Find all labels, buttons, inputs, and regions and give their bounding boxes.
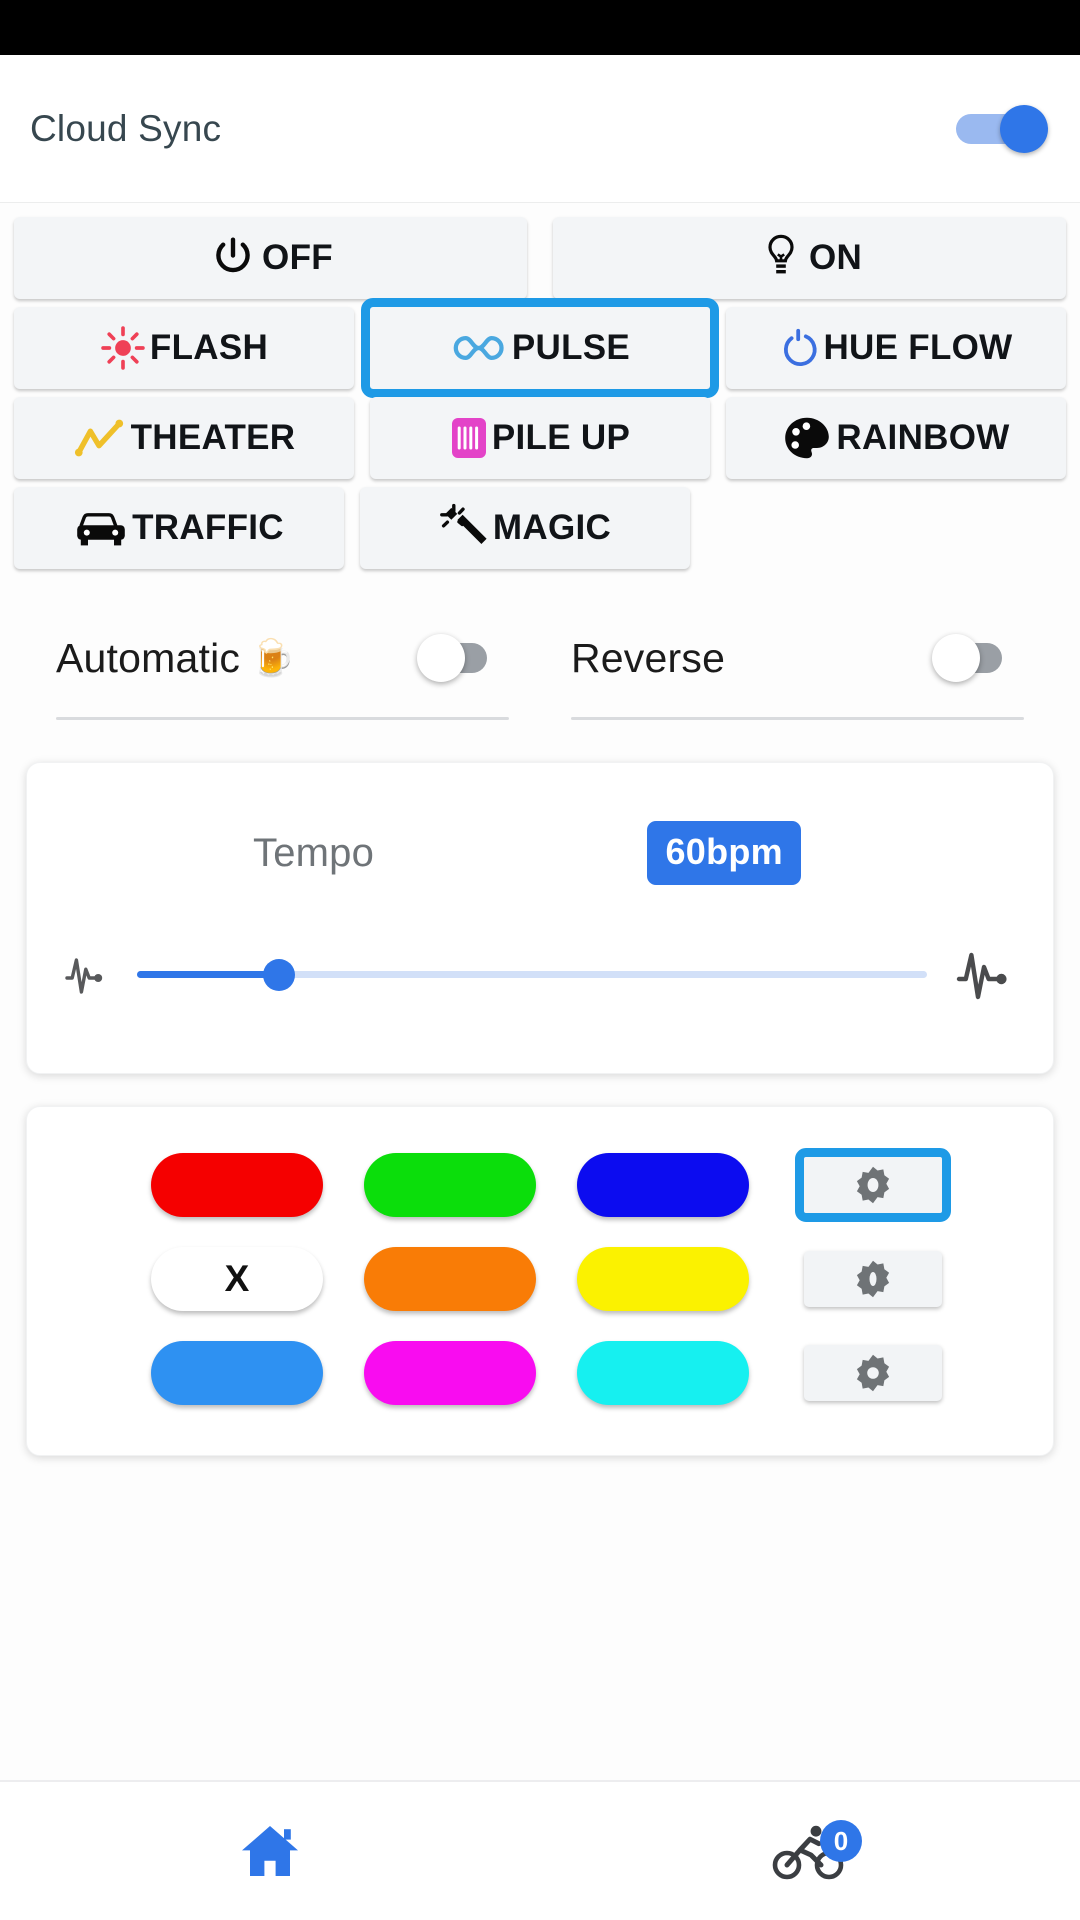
tempo-slider[interactable] [137, 954, 927, 994]
effect-flash-label: FLASH [149, 328, 269, 367]
lightbulb-icon [757, 232, 805, 284]
cloud-sync-switch-thumb [1000, 104, 1048, 153]
zigzag-chart-icon [73, 416, 127, 460]
home-icon [238, 1820, 302, 1882]
off-button-label: OFF [262, 238, 333, 277]
effect-row-1: FLASH PULSE HUE FLOW [14, 298, 1066, 398]
reverse-divider [571, 717, 1024, 720]
automatic-switch[interactable] [417, 634, 509, 682]
refresh-icon [779, 324, 819, 372]
effect-flash-button[interactable]: FLASH [14, 307, 354, 389]
tempo-label: Tempo [253, 830, 375, 875]
on-button[interactable]: ON [553, 217, 1066, 299]
gear-icon [852, 1258, 894, 1300]
status-bar [0, 0, 1080, 55]
color-yellow[interactable] [577, 1247, 749, 1311]
effect-pile-up-button[interactable]: PILE UP [370, 397, 710, 479]
magic-wand-icon [439, 503, 489, 553]
color-off-white[interactable]: X [151, 1247, 323, 1311]
color-grid-row [27, 1148, 1053, 1222]
effect-row-3: TRAFFIC MAGIC [14, 487, 1066, 569]
color-cyan[interactable] [577, 1341, 749, 1405]
effect-hue-flow-label: HUE FLOW [823, 328, 1013, 367]
effect-traffic-button[interactable]: TRAFFIC [14, 487, 344, 569]
mode-button-area: OFF ON FLASH PULSE HUE FLOW THEATER PILE… [0, 217, 1080, 569]
power-icon [208, 233, 258, 283]
color-off-label: X [224, 1258, 250, 1299]
bottom-navigation: 0 [0, 1780, 1080, 1920]
color-green[interactable] [364, 1153, 536, 1217]
color-orange[interactable] [364, 1247, 536, 1311]
effect-row-2: THEATER PILE UP RAINBOW [14, 397, 1066, 479]
nav-rides-badge: 0 [820, 1820, 862, 1862]
car-icon [74, 507, 128, 549]
gear-button-2[interactable] [804, 1251, 942, 1307]
automatic-toggle-group: Automatic 🍺 [56, 621, 509, 720]
barcode-icon [450, 414, 488, 462]
reverse-toggle-group: Reverse [571, 621, 1024, 720]
effect-theater-label: THEATER [130, 418, 296, 457]
gear-button-3[interactable] [804, 1345, 942, 1401]
tempo-card: Tempo 60bpm [26, 762, 1054, 1074]
effect-traffic-label: TRAFFIC [132, 508, 284, 547]
sun-flash-icon [100, 325, 146, 371]
tempo-value-badge: 60bpm [647, 821, 801, 885]
tempo-slider-row [27, 885, 1053, 1073]
reverse-switch[interactable] [932, 634, 1024, 682]
gear-button-1[interactable] [795, 1148, 951, 1222]
effect-pulse-label: PULSE [511, 328, 631, 367]
gear-icon [852, 1164, 894, 1206]
infinity-icon [450, 329, 508, 367]
gear-icon [852, 1352, 894, 1394]
page-title: Cloud Sync [30, 107, 222, 149]
power-button-row: OFF ON [14, 217, 1066, 299]
app-root: Cloud Sync OFF ON FLASH PULSE HUE FLOW T… [0, 0, 1080, 1920]
tempo-slider-thumb[interactable] [263, 959, 296, 991]
effect-magic-label: MAGIC [492, 508, 612, 547]
nav-home[interactable] [0, 1782, 540, 1920]
cloud-sync-switch[interactable] [956, 104, 1048, 153]
color-blue[interactable] [577, 1153, 749, 1217]
color-light-blue[interactable] [151, 1341, 323, 1405]
color-grid-card: X [26, 1106, 1054, 1456]
effect-pulse-button[interactable]: PULSE [361, 298, 719, 398]
automatic-switch-thumb [417, 634, 465, 682]
tempo-header: Tempo 60bpm [27, 763, 1053, 885]
nav-rides[interactable]: 0 [540, 1782, 1080, 1920]
palette-icon [782, 415, 832, 461]
effect-pile-up-label: PILE UP [491, 418, 631, 457]
color-magenta[interactable] [364, 1341, 536, 1405]
color-grid-row: X [27, 1247, 1053, 1311]
on-button-label: ON [808, 238, 863, 277]
tempo-slider-fill [137, 971, 280, 978]
reverse-switch-thumb [932, 634, 980, 682]
effect-rainbow-label: RAINBOW [836, 418, 1010, 457]
pulse-wave-small-icon [63, 947, 109, 1001]
color-grid-row [27, 1341, 1053, 1405]
toggle-row: Automatic 🍺 Reverse [0, 577, 1080, 720]
app-bar: Cloud Sync [0, 55, 1080, 203]
beer-mug-icon: 🍺 [250, 637, 295, 678]
effect-rainbow-button[interactable]: RAINBOW [726, 397, 1066, 479]
off-button[interactable]: OFF [14, 217, 527, 299]
color-red[interactable] [151, 1153, 323, 1217]
effect-hue-flow-button[interactable]: HUE FLOW [726, 307, 1066, 389]
automatic-label: Automatic [56, 634, 241, 681]
reverse-label: Reverse [571, 634, 726, 681]
pulse-wave-large-icon [955, 937, 1017, 1011]
effect-theater-button[interactable]: THEATER [14, 397, 354, 479]
automatic-divider [56, 717, 509, 720]
effect-magic-button[interactable]: MAGIC [360, 487, 690, 569]
